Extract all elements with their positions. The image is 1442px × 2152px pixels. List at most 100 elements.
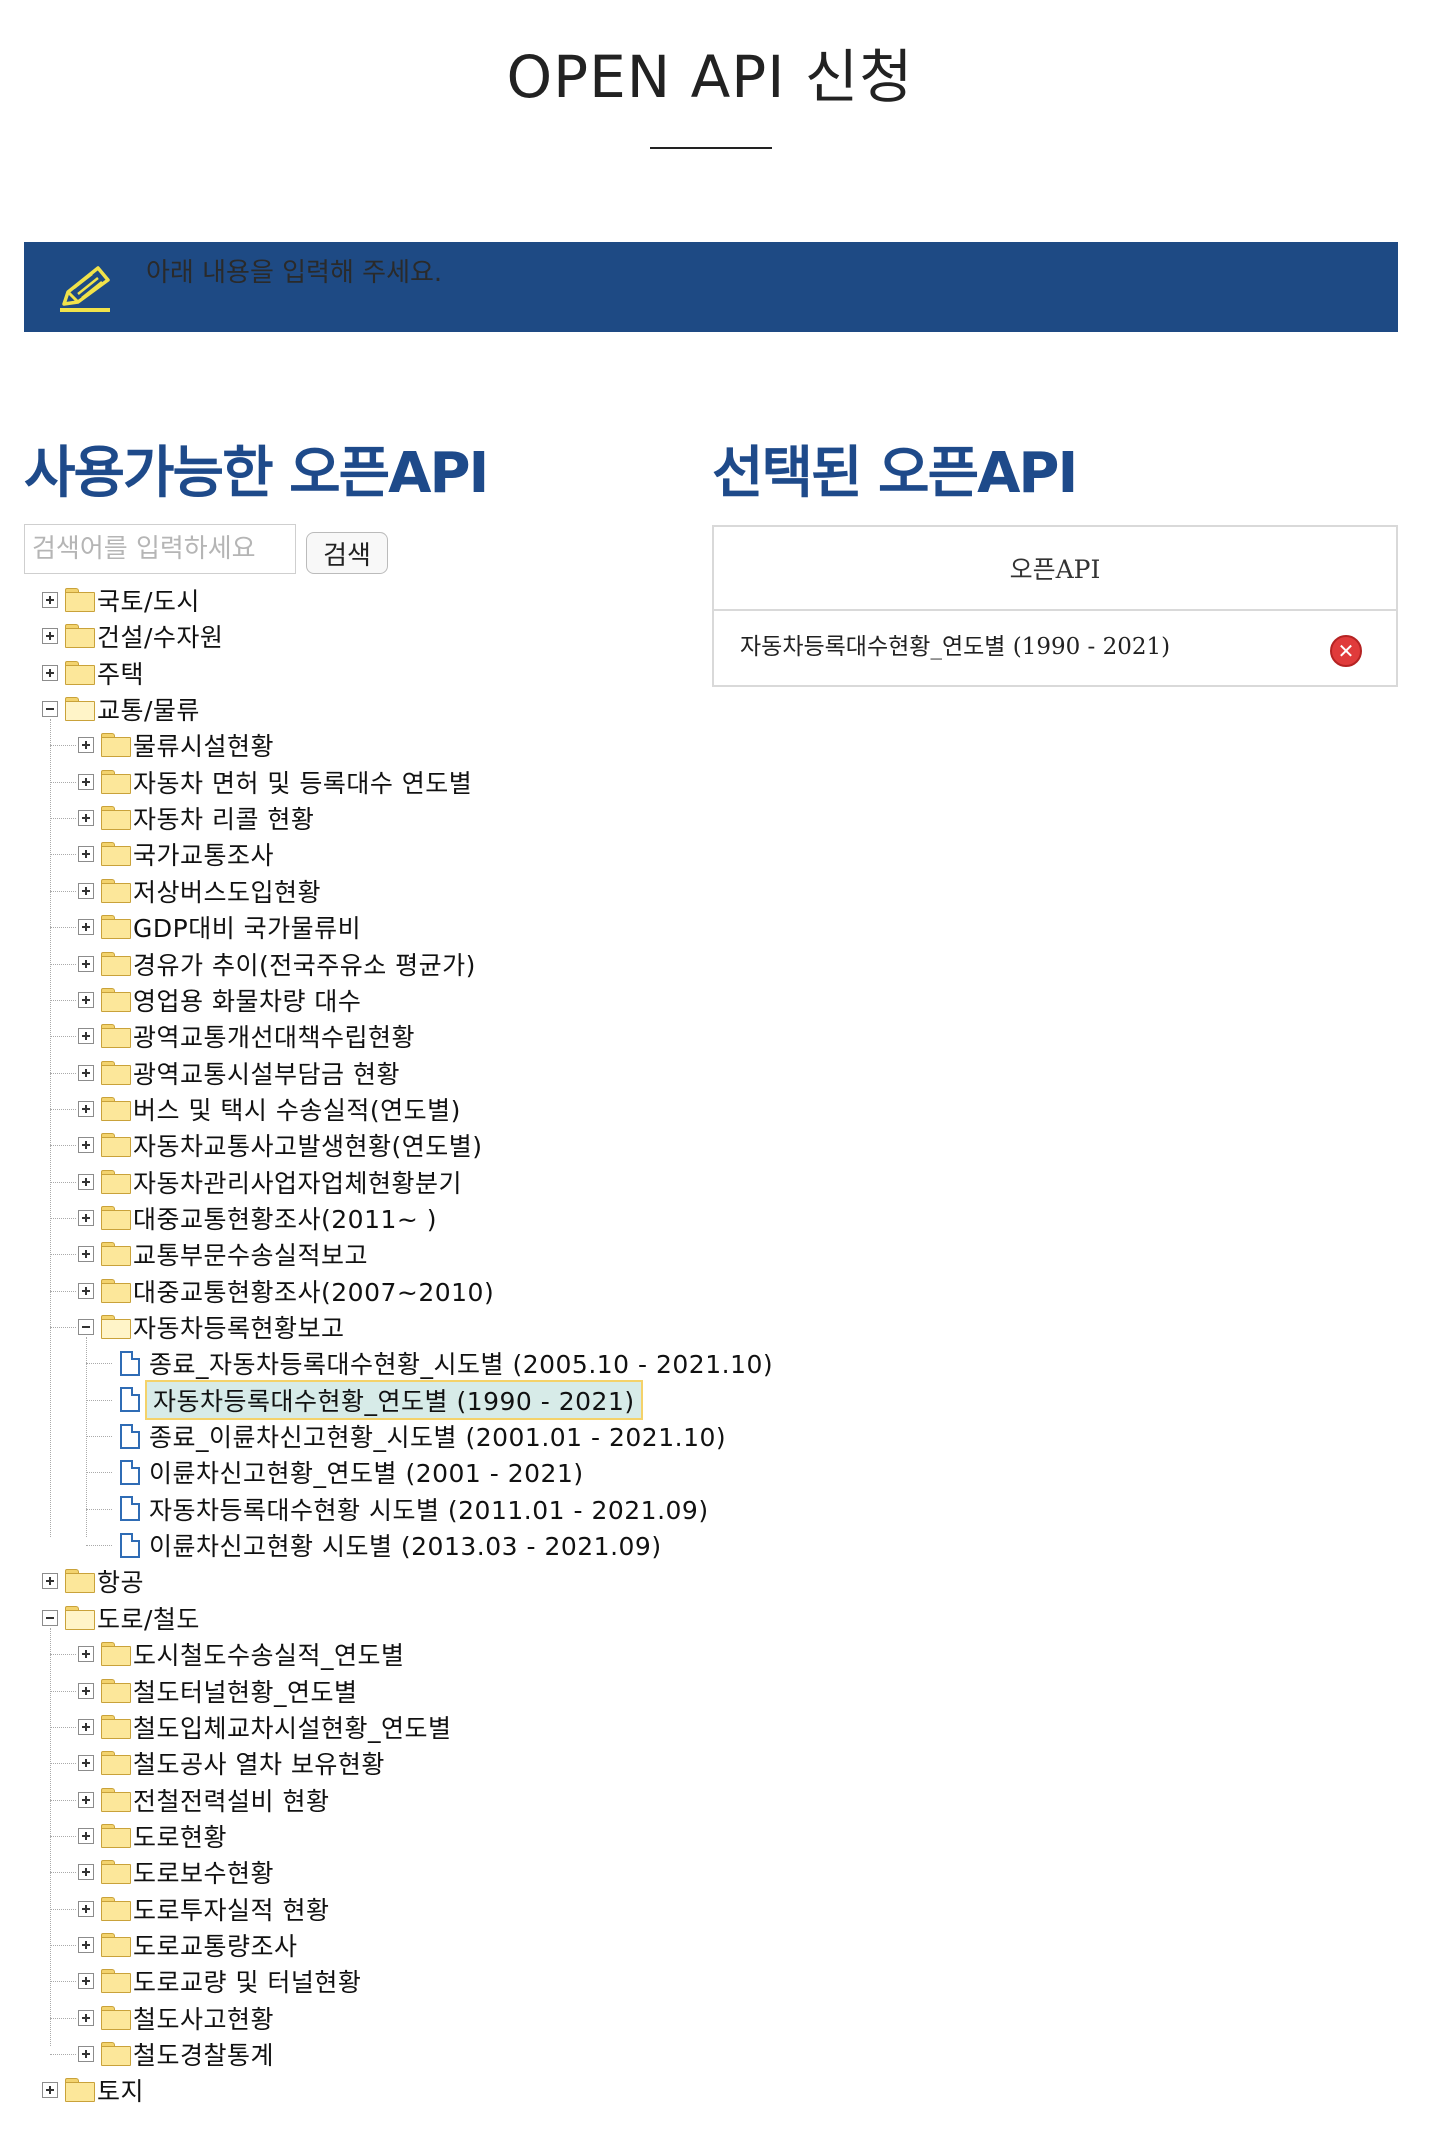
expand-toggle[interactable] (78, 882, 94, 899)
tree-connector (86, 1337, 87, 1537)
folder-icon (65, 624, 95, 649)
tree-item[interactable]: 자동차등록대수현황 시도별 (2011.01 - 2021.09) (114, 1491, 709, 1527)
tree-folder[interactable]: 교통/물류 (42, 691, 200, 727)
document-icon (120, 1387, 140, 1413)
tree-folder[interactable]: 건설/수자원 (42, 618, 223, 654)
tree-folder[interactable]: 도로투자실적 현황 (78, 1891, 329, 1927)
folder-icon (65, 2078, 95, 2103)
expand-toggle[interactable] (78, 1246, 94, 1263)
expand-toggle[interactable] (78, 919, 94, 936)
tree-folder[interactable]: 저상버스도입현황 (78, 873, 321, 909)
tree-folder[interactable]: 철도공사 열차 보유현황 (78, 1745, 385, 1781)
tree-folder[interactable]: 도로/철도 (42, 1600, 200, 1636)
expand-toggle[interactable] (78, 1209, 94, 1226)
tree-folder[interactable]: GDP대비 국가물류비 (78, 909, 361, 945)
tree-folder[interactable]: 버스 및 택시 수송실적(연도별) (78, 1091, 461, 1127)
expand-toggle[interactable] (78, 1936, 94, 1953)
expand-toggle[interactable] (78, 1864, 94, 1881)
tree-folder[interactable]: 자동차관리사업자업체현황분기 (78, 1164, 462, 1200)
expand-toggle[interactable] (78, 810, 94, 827)
tree-folder[interactable]: 도로교통량조사 (78, 1927, 298, 1963)
expand-toggle[interactable] (78, 1646, 94, 1663)
tree-item-label: 도로/철도 (97, 1604, 200, 1634)
tree-folder[interactable]: 영업용 화물차량 대수 (78, 982, 361, 1018)
tree-item[interactable]: 자동차등록대수현황_연도별 (1990 - 2021) (114, 1379, 643, 1420)
expand-toggle[interactable] (78, 1682, 94, 1699)
tree-folder[interactable]: 자동차교통사고발생현황(연도별) (78, 1127, 483, 1163)
tree-folder[interactable]: 전철전력설비 현황 (78, 1782, 329, 1818)
folder-icon (65, 588, 95, 612)
tree-folder[interactable]: 주택 (42, 655, 144, 691)
folder-icon (101, 1024, 131, 1049)
expand-toggle[interactable] (78, 1718, 94, 1735)
collapse-toggle[interactable] (42, 1609, 58, 1626)
tree-item-label: 이륜차신고현황 시도별 (2013.03 - 2021.09) (149, 1532, 662, 1562)
tree-item-label: 자동차교통사고발생현황(연도별) (133, 1132, 483, 1162)
expand-toggle[interactable] (78, 1755, 94, 1772)
tree-connector (50, 1072, 76, 1074)
tree-folder[interactable]: 도로보수현황 (78, 1854, 274, 1890)
expand-toggle[interactable] (42, 628, 58, 645)
tree-folder[interactable]: 도시철도수송실적_연도별 (78, 1636, 405, 1672)
tree-folder[interactable]: 자동차 면허 및 등록대수 연도별 (78, 764, 472, 800)
expand-toggle[interactable] (78, 773, 94, 790)
expand-toggle[interactable] (78, 991, 94, 1008)
expand-toggle[interactable] (78, 1100, 94, 1117)
tree-folder[interactable]: 광역교통시설부담금 현황 (78, 1055, 400, 1091)
expand-toggle[interactable] (78, 1973, 94, 1990)
tree-folder[interactable]: 교통부문수송실적보고 (78, 1236, 368, 1272)
expand-toggle[interactable] (42, 664, 58, 681)
expand-toggle[interactable] (78, 1064, 94, 1081)
tree-folder[interactable]: 자동차등록현황보고 (78, 1309, 345, 1345)
tree-folder[interactable]: 국토/도시 (42, 582, 200, 618)
pencil-icon (60, 266, 110, 312)
tree-folder[interactable]: 자동차 리콜 현황 (78, 800, 314, 836)
expand-toggle[interactable] (78, 2046, 94, 2062)
tree-folder[interactable]: 철도사고현황 (78, 2000, 274, 2036)
tree-item[interactable]: 이륜차신고현황_연도별 (2001 - 2021) (114, 1454, 584, 1490)
tree-folder[interactable]: 도로교량 및 터널현황 (78, 1963, 361, 1999)
expand-toggle[interactable] (42, 2082, 58, 2099)
expand-toggle[interactable] (78, 737, 94, 754)
tree-item-label: 버스 및 택시 수송실적(연도별) (133, 1095, 461, 1125)
expand-toggle[interactable] (78, 1137, 94, 1154)
tree-folder[interactable]: 대중교통현황조사(2011~ ) (78, 1200, 437, 1236)
tree-item-label: 도로보수현황 (133, 1859, 275, 1889)
tree-item[interactable]: 이륜차신고현황 시도별 (2013.03 - 2021.09) (114, 1527, 662, 1563)
tree-folder[interactable]: 물류시설현황 (78, 727, 274, 763)
tree-folder[interactable]: 철도경찰통계 (78, 2036, 274, 2072)
expand-toggle[interactable] (78, 846, 94, 863)
expand-toggle[interactable] (78, 1173, 94, 1190)
expand-toggle[interactable] (78, 2009, 94, 2026)
expand-toggle[interactable] (78, 955, 94, 972)
tree-folder[interactable]: 경유가 추이(전국주유소 평균가) (78, 946, 476, 982)
tree-item-label: 자동차 리콜 현황 (133, 805, 315, 835)
search-input[interactable] (24, 524, 296, 574)
expand-toggle[interactable] (42, 1573, 58, 1590)
remove-item-button[interactable]: ✕ (1330, 635, 1362, 667)
tree-folder[interactable]: 항공 (42, 1563, 144, 1599)
tree-connector (50, 1726, 76, 1728)
collapse-toggle[interactable] (42, 701, 58, 718)
folder-icon (101, 1823, 131, 1848)
tree-item[interactable]: 종료_자동차등록대수현황_시도별 (2005.10 - 2021.10) (114, 1345, 773, 1381)
tree-folder[interactable]: 대중교통현황조사(2007~2010) (78, 1273, 494, 1309)
expand-toggle[interactable] (78, 1028, 94, 1045)
collapse-toggle[interactable] (78, 1319, 94, 1335)
tree-item[interactable]: 종료_이륜차신고현황_시도별 (2001.01 - 2021.10) (114, 1418, 726, 1454)
document-icon (120, 1459, 140, 1485)
tree-folder[interactable]: 광역교통개선대책수립현황 (78, 1018, 415, 1054)
tree-folder[interactable]: 도로현황 (78, 1818, 227, 1854)
tree-folder[interactable]: 철도입체교차시설현황_연도별 (78, 1709, 452, 1745)
search-button[interactable]: 검색 (306, 532, 388, 574)
tree-folder[interactable]: 토지 (42, 2072, 144, 2108)
expand-toggle[interactable] (78, 1827, 94, 1844)
expand-toggle[interactable] (78, 1900, 94, 1917)
expand-toggle[interactable] (78, 1282, 94, 1299)
expand-toggle[interactable] (78, 1791, 94, 1808)
expand-toggle[interactable] (42, 592, 58, 608)
tree-connector (50, 1654, 76, 1656)
tree-folder[interactable]: 철도터널현황_연도별 (78, 1673, 358, 1709)
tree-connector (50, 854, 76, 856)
tree-folder[interactable]: 국가교통조사 (78, 836, 274, 872)
